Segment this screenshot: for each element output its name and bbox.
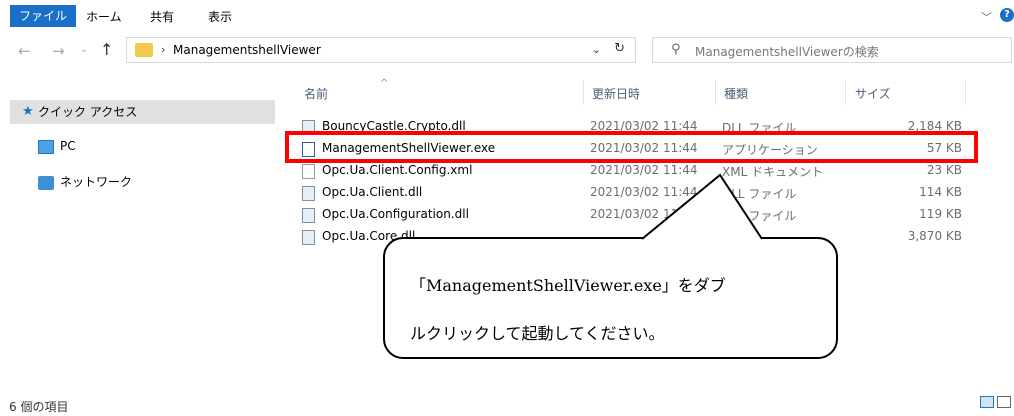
back-arrow-icon[interactable]: ← bbox=[18, 42, 31, 60]
column-divider[interactable] bbox=[965, 80, 966, 105]
callout-line-1: 「ManagementShellViewer.exe」をダブ bbox=[410, 276, 726, 295]
tab-view[interactable]: 表示 bbox=[208, 6, 232, 28]
file-size: 119 KB bbox=[919, 207, 962, 221]
sidebar-item-quick-access[interactable]: ★ クイック アクセス bbox=[10, 100, 275, 124]
tab-file[interactable]: ファイル bbox=[10, 5, 77, 27]
up-arrow-icon[interactable]: ↑ bbox=[100, 40, 113, 59]
details-view-icon[interactable] bbox=[980, 396, 994, 408]
column-header-size[interactable]: サイズ bbox=[855, 85, 891, 102]
dll-file-icon bbox=[302, 230, 315, 245]
column-divider[interactable] bbox=[715, 80, 716, 105]
xml-file-icon bbox=[302, 164, 315, 179]
column-divider[interactable] bbox=[583, 80, 584, 105]
file-name: Opc.Ua.Client.dll bbox=[322, 185, 423, 199]
folder-icon bbox=[135, 43, 153, 57]
search-input[interactable]: ⚲ ManagementshellViewerの検索 bbox=[652, 37, 1012, 63]
help-icon[interactable]: ? bbox=[1000, 8, 1014, 22]
highlight-box bbox=[285, 131, 978, 163]
computer-icon bbox=[38, 140, 54, 154]
sort-up-icon: ^ bbox=[380, 78, 389, 89]
large-icons-view-icon[interactable] bbox=[997, 396, 1011, 408]
sidebar-item-label: PC bbox=[60, 139, 76, 153]
tab-share[interactable]: 共有 bbox=[150, 6, 174, 28]
file-size: 3,870 KB bbox=[907, 229, 962, 243]
address-bar[interactable]: › ManagementshellViewer ⌄ ↻ bbox=[126, 37, 636, 63]
tab-home[interactable]: ホーム bbox=[86, 6, 122, 28]
refresh-icon[interactable]: ↻ bbox=[614, 41, 625, 56]
forward-arrow-icon[interactable]: → bbox=[52, 42, 65, 60]
address-path[interactable]: ManagementshellViewer bbox=[173, 43, 321, 57]
chevron-down-icon[interactable]: ﹀ bbox=[981, 9, 992, 25]
column-header-type[interactable]: 種類 bbox=[724, 85, 748, 102]
file-date: 2021/03/02 11:44 bbox=[590, 163, 698, 177]
file-name: Opc.Ua.Configuration.dll bbox=[322, 207, 469, 221]
item-count: 6 個の項目 bbox=[9, 400, 69, 414]
column-header-date[interactable]: 更新日時 bbox=[592, 85, 640, 102]
recent-dropdown-icon[interactable]: ⌄ bbox=[80, 44, 88, 55]
file-size: 114 KB bbox=[919, 185, 962, 199]
sidebar-item-label: クイック アクセス bbox=[38, 105, 138, 119]
chevron-down-icon[interactable]: ⌄ bbox=[592, 43, 601, 56]
search-placeholder: ManagementshellViewerの検索 bbox=[695, 45, 879, 59]
ribbon: ファイル ホーム 共有 表示 ﹀ ? bbox=[0, 0, 1014, 30]
search-icon: ⚲ bbox=[671, 42, 681, 57]
file-type: DLL ファイル bbox=[722, 187, 797, 201]
file-name: Opc.Ua.Client.Config.xml bbox=[322, 163, 473, 177]
callout-line-2: ルクリックして起動してください。 bbox=[410, 324, 665, 343]
table-row[interactable]: Opc.Ua.Client.Config.xml 2021/03/02 11:4… bbox=[300, 160, 980, 182]
column-header-name[interactable]: 名前 bbox=[304, 85, 328, 102]
sidebar-item-pc[interactable]: PC bbox=[60, 134, 76, 158]
sidebar-item-label: ネットワーク bbox=[60, 175, 133, 189]
star-icon: ★ bbox=[22, 104, 34, 119]
file-size: 23 KB bbox=[926, 163, 962, 177]
file-type: XML ドキュメント bbox=[722, 165, 824, 179]
sidebar-item-network[interactable]: ネットワーク bbox=[60, 170, 132, 194]
file-date: 2021/03/02 11:44 bbox=[590, 207, 698, 221]
chevron-right-icon[interactable]: › bbox=[161, 43, 165, 56]
dll-file-icon bbox=[302, 186, 315, 201]
dll-file-icon bbox=[302, 208, 315, 223]
network-icon bbox=[38, 176, 54, 190]
file-type: DLL ファイル bbox=[722, 209, 797, 223]
table-row[interactable]: Opc.Ua.Client.dll 2021/03/02 11:44 DLL フ… bbox=[300, 182, 980, 204]
table-row[interactable]: Opc.Ua.Configuration.dll 2021/03/02 11:4… bbox=[300, 204, 980, 226]
file-date: 2021/03/02 11:44 bbox=[590, 185, 698, 199]
column-divider[interactable] bbox=[845, 80, 846, 105]
